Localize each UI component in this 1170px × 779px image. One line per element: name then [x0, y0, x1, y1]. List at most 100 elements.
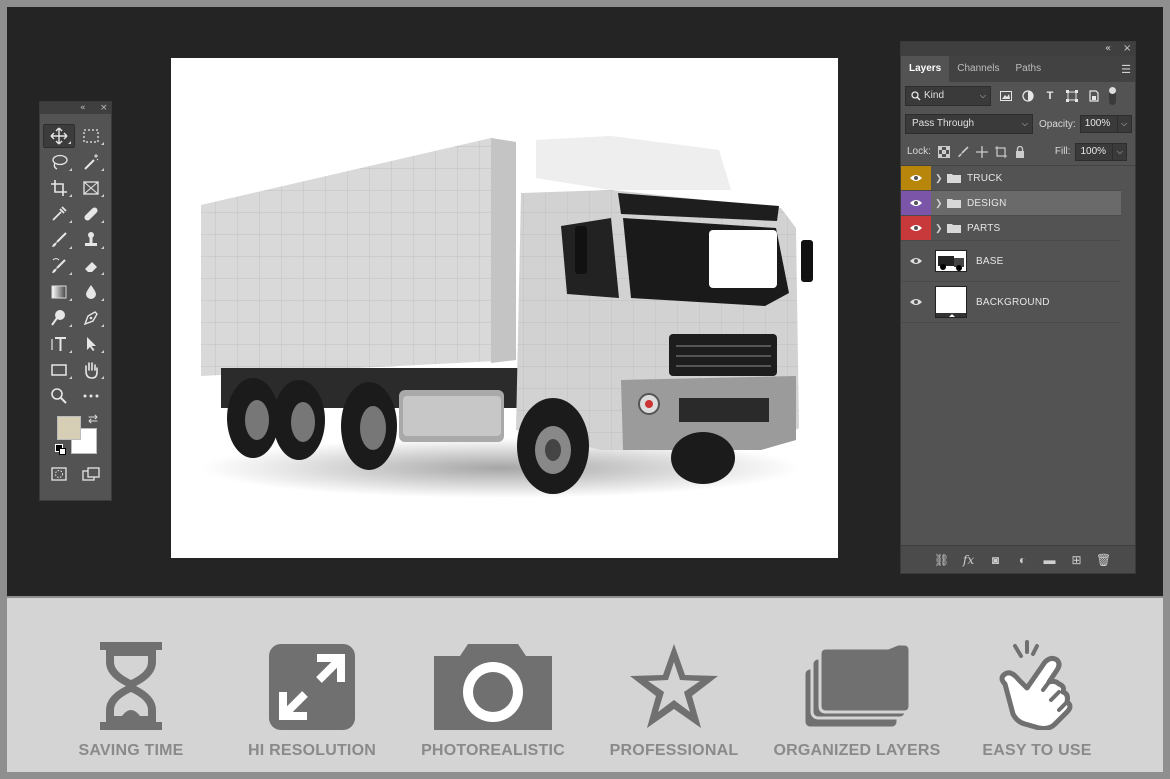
filter-kind-select[interactable]: Kind ⌵ [905, 86, 991, 106]
shape-layer-filter-icon[interactable] [1065, 89, 1079, 103]
close-icon[interactable]: × [1123, 43, 1131, 55]
layers-panel-footer: ⛓ fx ◙ ◐ ▬ ⊞ 🗑 [901, 545, 1135, 573]
chevron-down-icon: ⌵ [1021, 119, 1028, 128]
chevron-right-icon[interactable]: ❯ [935, 223, 945, 234]
layer-group-design[interactable]: ❯ DESIGN [901, 191, 1121, 216]
path-selection-tool-icon[interactable] [75, 332, 107, 356]
gradient-tool-icon[interactable] [43, 280, 75, 304]
magic-wand-tool-icon[interactable] [75, 150, 107, 174]
filter-toggle-icon[interactable] [1109, 87, 1116, 105]
layer-background[interactable]: BACKGROUND [901, 282, 1121, 323]
quick-mask-icon[interactable] [43, 462, 75, 486]
search-icon [911, 91, 921, 101]
pen-tool-icon[interactable] [75, 306, 107, 330]
pixel-layer-filter-icon[interactable] [999, 89, 1013, 103]
lock-image-pixels-icon[interactable] [957, 145, 969, 158]
new-adjustment-layer-icon[interactable]: ◐ [1015, 553, 1030, 567]
lock-row: Lock: Fill: 100% ⌵ [901, 138, 1135, 166]
tab-channels[interactable]: Channels [949, 56, 1007, 82]
history-brush-tool-icon[interactable] [43, 254, 75, 278]
eye-icon[interactable] [901, 191, 931, 215]
hourglass-icon [100, 642, 162, 730]
frame-tool-icon[interactable] [75, 176, 107, 200]
color-swatches: ⇄ [40, 410, 111, 458]
lock-position-icon[interactable] [975, 145, 988, 158]
folder-icon [947, 199, 961, 208]
layer-filter-row: Kind ⌵ T [901, 82, 1135, 110]
new-group-icon[interactable]: ▬ [1042, 553, 1057, 567]
feature-hi-resolution: HI RESOLUTION [222, 638, 402, 760]
adjustment-layer-filter-icon[interactable] [1021, 89, 1035, 103]
hand-tool-icon[interactable] [75, 358, 107, 382]
tools-panel: « × ⇄ [39, 101, 112, 501]
pointing-hand-icon [999, 640, 1073, 730]
new-layer-icon[interactable]: ⊞ [1069, 553, 1084, 567]
feature-organized-layers: ORGANIZED LAYERS [767, 638, 947, 760]
layers-panel-header: « × [901, 42, 1135, 56]
folder-icon [947, 224, 961, 233]
eye-icon[interactable] [901, 166, 931, 190]
marquee-tool-icon[interactable] [75, 124, 107, 148]
collapse-icon[interactable]: « [80, 102, 86, 114]
tools-panel-header: « × [40, 102, 111, 114]
foreground-color-swatch[interactable] [57, 416, 81, 440]
opacity-field[interactable]: 100% ⌵ [1079, 115, 1132, 133]
chevron-right-icon[interactable]: ❯ [935, 173, 945, 184]
fill-field[interactable]: 100% ⌵ [1075, 142, 1128, 161]
layer-base[interactable]: BASE [901, 241, 1121, 282]
truck-mockup-image [201, 136, 813, 498]
move-tool-icon[interactable] [43, 124, 75, 148]
delete-layer-icon[interactable]: 🗑 [1096, 553, 1111, 567]
chevron-down-icon[interactable]: ⌵ [1116, 116, 1131, 132]
close-icon[interactable]: × [100, 102, 108, 114]
swap-colors-icon[interactable]: ⇄ [88, 412, 98, 426]
clone-stamp-tool-icon[interactable] [75, 228, 107, 252]
collapse-icon[interactable]: « [1105, 43, 1111, 55]
panel-menu-icon[interactable]: ☰ [1121, 63, 1131, 76]
chevron-right-icon[interactable]: ❯ [935, 198, 945, 209]
tab-layers[interactable]: Layers [901, 56, 950, 82]
features-band: SAVING TIME HI RESOLUTION PHOTOREALISTIC [7, 598, 1163, 772]
crop-tool-icon[interactable] [43, 176, 75, 200]
feature-photorealistic: PHOTOREALISTIC [403, 638, 583, 760]
healing-brush-tool-icon[interactable] [75, 202, 107, 226]
lock-artboard-icon[interactable] [994, 145, 1007, 158]
layer-style-fx-icon[interactable]: fx [961, 553, 976, 567]
eye-icon[interactable] [901, 216, 931, 240]
lasso-tool-icon[interactable] [43, 150, 75, 174]
rectangle-tool-icon[interactable] [43, 358, 75, 382]
link-layers-icon[interactable]: ⛓ [934, 553, 949, 567]
stacked-folders-icon [802, 644, 912, 730]
opacity-label: Opacity: [1039, 118, 1076, 130]
layers-panel: « × Layers Channels Paths ☰ Kind ⌵ T Pas… [900, 41, 1136, 574]
add-mask-icon[interactable]: ◙ [988, 553, 1003, 567]
eye-icon[interactable] [901, 282, 931, 322]
lock-label: Lock: [907, 146, 931, 157]
eye-icon[interactable] [901, 241, 931, 281]
eyedropper-tool-icon[interactable] [43, 202, 75, 226]
brush-tool-icon[interactable] [43, 228, 75, 252]
dodge-tool-icon[interactable] [43, 306, 75, 330]
layer-group-truck[interactable]: ❯ TRUCK [901, 166, 1121, 191]
blend-row: Pass Through ⌵ Opacity: 100% ⌵ [901, 110, 1135, 138]
layer-thumbnail [935, 250, 967, 272]
blend-mode-select[interactable]: Pass Through ⌵ [905, 114, 1033, 134]
star-icon [630, 644, 718, 728]
tab-paths[interactable]: Paths [1008, 56, 1050, 82]
document-canvas[interactable] [171, 58, 838, 558]
smart-object-filter-icon[interactable] [1087, 89, 1101, 103]
lock-transparent-pixels-icon[interactable] [937, 145, 950, 158]
layer-group-parts[interactable]: ❯ PARTS [901, 216, 1121, 241]
blur-tool-icon[interactable] [75, 280, 107, 304]
lock-all-icon[interactable] [1014, 145, 1026, 158]
more-tools-icon[interactable] [75, 384, 107, 408]
type-tool-icon[interactable] [43, 332, 75, 356]
photoshop-workspace: « × ⇄ « × Layers Channels Paths ☰ Kind ⌵… [7, 7, 1163, 596]
screen-mode-icon[interactable] [75, 462, 107, 486]
camera-icon [434, 644, 552, 730]
type-layer-filter-icon[interactable]: T [1043, 89, 1057, 103]
chevron-down-icon[interactable]: ⌵ [1112, 143, 1126, 160]
zoom-tool-icon[interactable] [43, 384, 75, 408]
eraser-tool-icon[interactable] [75, 254, 107, 278]
chevron-down-icon: ⌵ [979, 91, 986, 100]
